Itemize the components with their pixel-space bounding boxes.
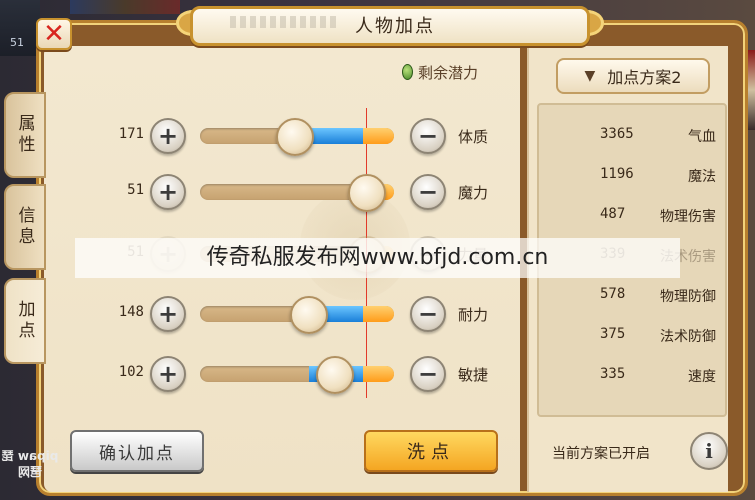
attribute-name: 敏捷 [458,366,489,384]
allocated-fill [308,128,363,144]
reset-points-button[interactable]: 洗点 [364,430,498,472]
plan-dropdown[interactable]: ▼ 加点方案2 [556,58,710,94]
plus-icon: + [157,122,179,150]
increase-attribute-button[interactable]: + [150,118,186,154]
plus-icon: + [157,360,179,388]
decrease-attribute-button[interactable]: − [410,296,446,332]
stat-row: 335 速度 [548,362,718,388]
stat-row: 487 物理伤害 [548,202,718,228]
stat-value: 3365 [600,126,634,142]
stat-value: 375 [600,326,626,342]
base-fill [362,306,394,322]
stat-name: 物理防御 [660,289,716,305]
plan-dropdown-label: 加点方案2 [607,68,682,87]
stat-name: 法术防御 [660,329,716,345]
stat-name: 物理伤害 [660,209,716,225]
stat-name: 气血 [688,129,716,145]
decrease-attribute-button[interactable]: − [410,356,446,392]
attribute-slider-handle[interactable] [290,296,328,334]
site-logo: pipaw 琵琶网 [0,448,60,498]
close-icon: ✕ [43,19,65,49]
stat-value: 487 [600,206,626,222]
stat-row: 1196 魔法 [548,162,718,188]
confirm-add-points-button[interactable]: 确认加点 [70,430,204,472]
base-fill [362,366,394,382]
stat-value: 1196 [600,166,634,182]
increase-attribute-button[interactable]: + [150,174,186,210]
attribute-value: 102 [118,364,144,380]
minus-icon: − [417,360,439,388]
close-button[interactable]: ✕ [36,18,72,50]
decrease-attribute-button[interactable]: − [410,118,446,154]
attribute-name: 体质 [458,128,489,146]
attribute-slider-handle[interactable] [316,356,354,394]
stat-row: 3365 气血 [548,122,718,148]
increase-attribute-button[interactable]: + [150,296,186,332]
stat-row: 578 物理防御 [548,282,718,308]
attribute-name: 魔力 [458,184,489,202]
title-decoration [230,16,340,28]
info-button[interactable]: i [690,432,728,470]
decrease-attribute-button[interactable]: − [410,174,446,210]
chevron-down-icon: ▼ [584,68,596,84]
potential-gem-icon [402,64,413,80]
attribute-name: 耐力 [458,306,489,324]
minus-icon: − [417,122,439,150]
increase-attribute-button[interactable]: + [150,356,186,392]
stat-name: 速度 [688,369,716,385]
attribute-value: 171 [118,126,144,142]
plus-icon: + [157,178,179,206]
confirm-add-points-label: 确认加点 [99,443,175,464]
attribute-slider-track[interactable] [200,366,394,382]
stat-row: 375 法术防御 [548,322,718,348]
remaining-potential-label: 剩余潜力 [418,64,479,82]
minus-icon: − [417,300,439,328]
logo-text: pipaw 琵琶网 [1,449,59,479]
minus-icon: − [417,178,439,206]
stat-value: 578 [600,286,626,302]
reset-points-label: 洗点 [407,442,455,463]
attribute-slider-handle[interactable] [276,118,314,156]
attribute-slider-handle[interactable] [348,174,386,212]
current-plan-status: 当前方案已开启 [552,446,650,462]
base-fill [362,128,394,144]
dialog-title: 人物加点 [355,16,435,37]
stat-name: 魔法 [688,169,716,185]
info-icon: i [705,439,713,463]
watermark-text: 传奇私服发布网www.bfjd.com.cn [206,245,549,270]
attribute-value: 148 [118,304,144,320]
plus-icon: + [157,300,179,328]
stat-value: 335 [600,366,626,382]
attribute-value: 51 [127,182,144,198]
